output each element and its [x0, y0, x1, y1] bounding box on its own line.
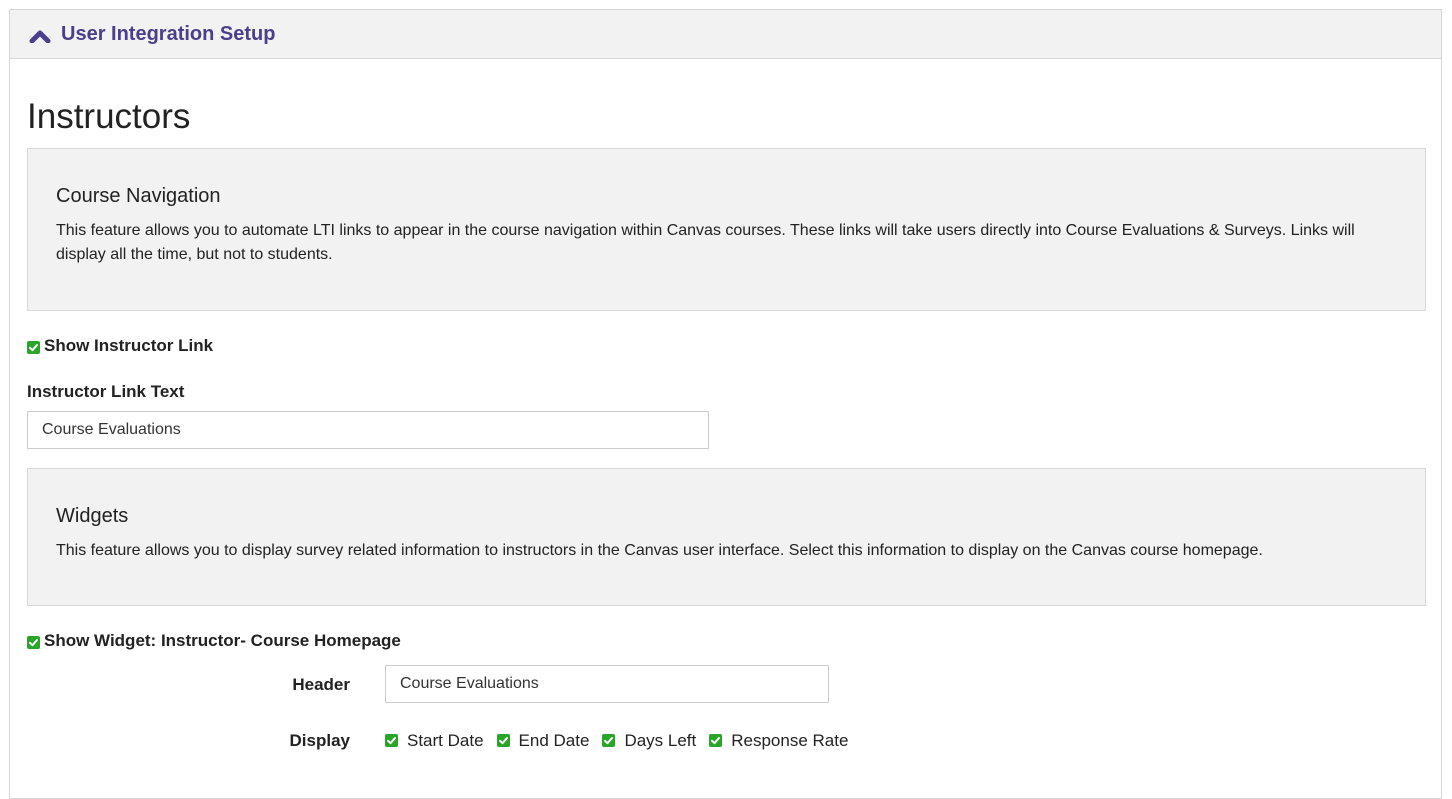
show-instructor-link-label: Show Instructor Link — [44, 336, 213, 356]
widgets-title: Widgets — [56, 505, 1397, 528]
show-widget-label: Show Widget: Instructor- Course Homepage — [44, 631, 401, 651]
checkbox-checked-icon[interactable] — [27, 341, 40, 354]
header-label: Header — [250, 675, 350, 695]
instructor-link-text-input[interactable] — [27, 411, 709, 449]
display-option-start-date[interactable]: Start Date — [385, 731, 484, 751]
show-widget-checkbox[interactable]: Show Widget: Instructor- Course Homepage — [27, 631, 401, 651]
display-option-end-date[interactable]: End Date — [497, 731, 590, 751]
display-label: Display — [250, 731, 350, 751]
checkbox-checked-icon[interactable] — [709, 734, 722, 747]
checkbox-checked-icon[interactable] — [385, 734, 398, 747]
display-option-label: Response Rate — [731, 731, 848, 751]
header-input[interactable] — [385, 665, 829, 703]
checkbox-checked-icon[interactable] — [27, 636, 40, 649]
panel-header-toggle[interactable]: User Integration Setup — [10, 10, 1441, 59]
display-option-label: End Date — [519, 731, 590, 751]
checkbox-checked-icon[interactable] — [497, 734, 510, 747]
checkbox-checked-icon[interactable] — [602, 734, 615, 747]
widgets-description: This feature allows you to display surve… — [56, 539, 1397, 563]
display-option-days-left[interactable]: Days Left — [602, 731, 696, 751]
panel-title: User Integration Setup — [61, 23, 275, 46]
display-option-label: Start Date — [407, 731, 484, 751]
show-instructor-link-checkbox[interactable]: Show Instructor Link — [27, 336, 213, 356]
section-title: Instructors — [27, 97, 190, 137]
user-integration-panel: User Integration Setup Instructors Cours… — [9, 9, 1442, 799]
display-options: Start Date End Date Days Left Response R… — [385, 731, 861, 751]
course-navigation-description: This feature allows you to automate LTI … — [56, 219, 1397, 267]
course-navigation-title: Course Navigation — [56, 185, 1397, 208]
instructor-link-text-label: Instructor Link Text — [27, 382, 184, 402]
display-option-response-rate[interactable]: Response Rate — [709, 731, 848, 751]
widgets-info-box: Widgets This feature allows you to displ… — [27, 468, 1426, 606]
chevron-up-icon — [29, 28, 51, 44]
course-navigation-info-box: Course Navigation This feature allows yo… — [27, 148, 1426, 311]
display-option-label: Days Left — [624, 731, 696, 751]
